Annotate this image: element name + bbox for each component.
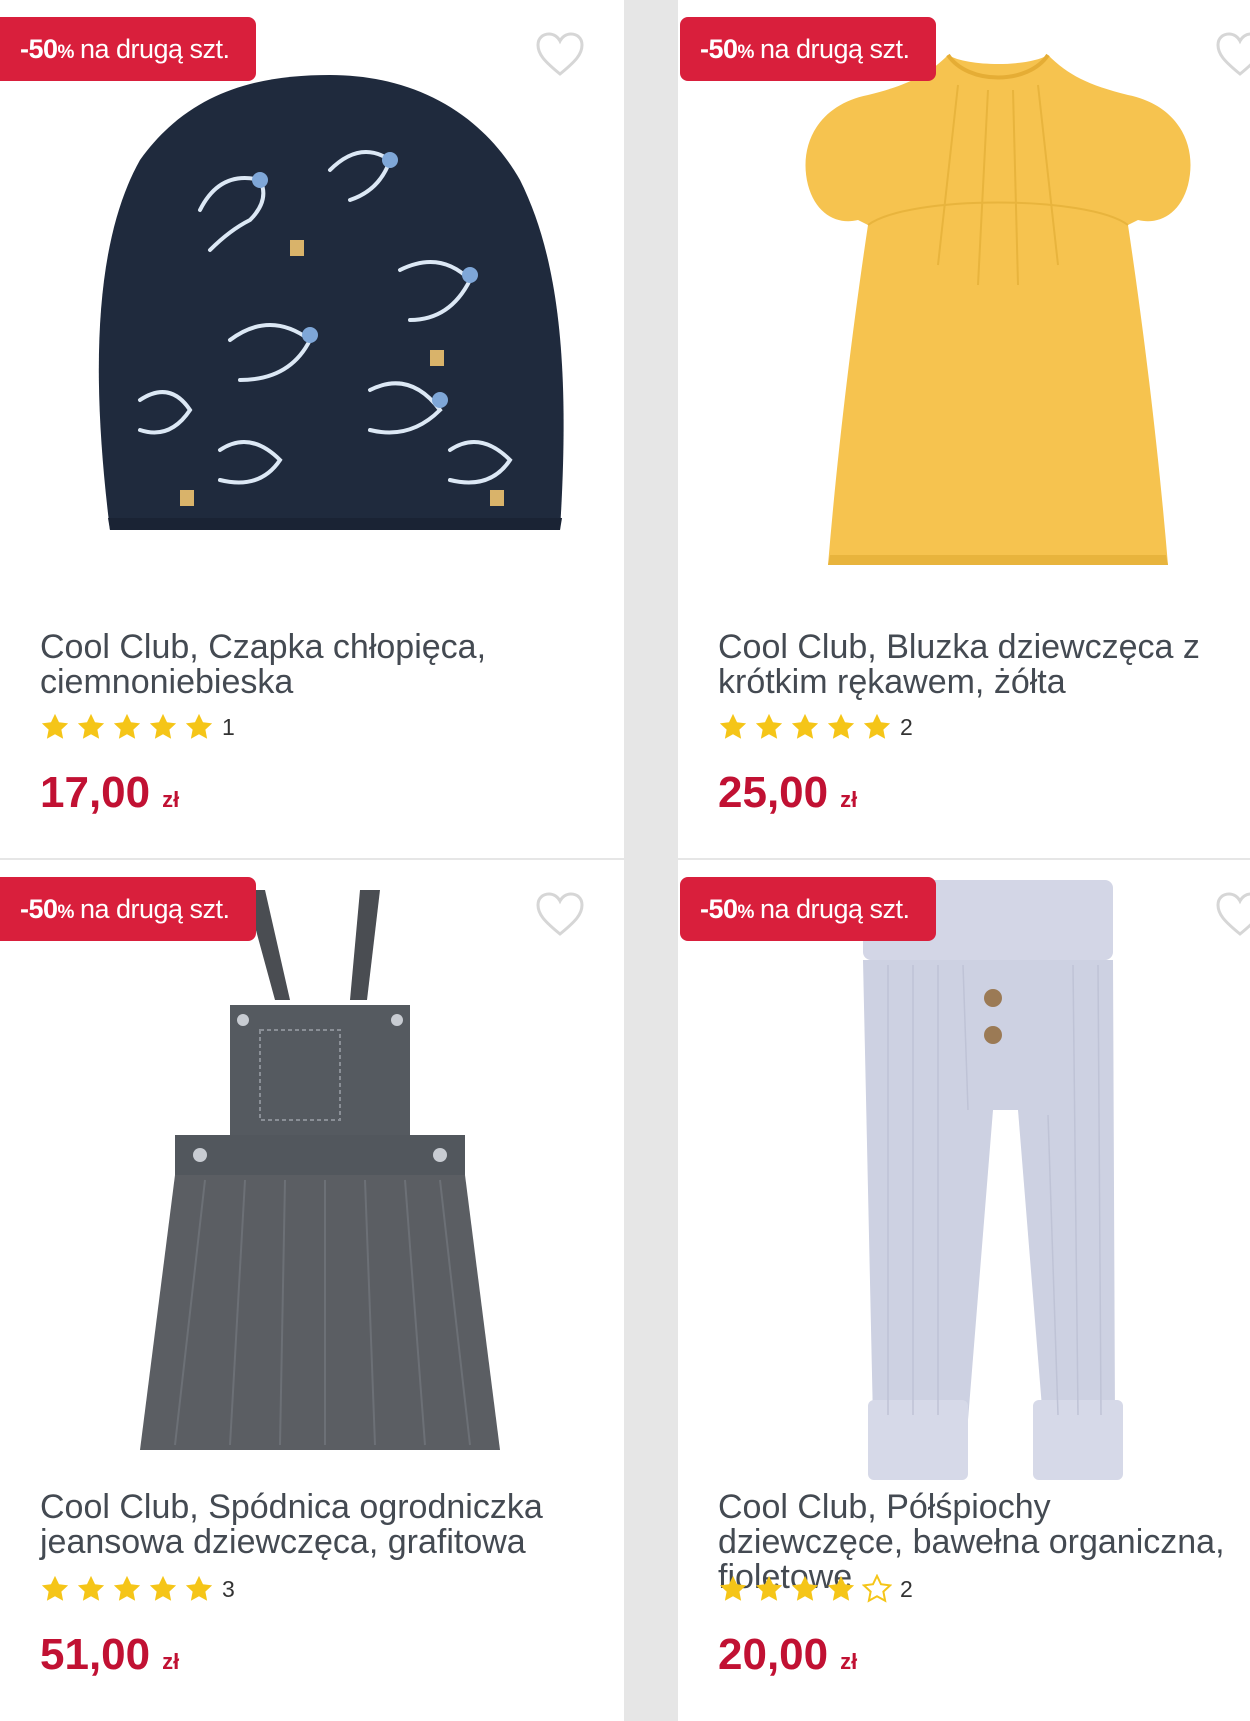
wishlist-heart-icon[interactable] [534,30,586,78]
promo-percent: -50 [700,893,738,924]
rating: 2 [718,712,913,742]
star-filled-icon [827,713,855,739]
price-value: 51,00 [40,1630,151,1679]
promo-text: na drugą szt. [759,33,910,64]
wishlist-heart-icon[interactable] [1214,30,1250,78]
rating-count: 2 [900,1575,913,1602]
star-empty-icon [862,1574,892,1603]
star-filled-icon [149,713,177,739]
product-title[interactable]: Cool Club, Czapka chłopięca, ciemnoniebi… [40,630,580,700]
promo-percent: -50 [20,893,58,924]
star-filled-icon [149,1575,177,1601]
star-filled-icon [113,1575,141,1601]
overall-skirt-image[interactable] [135,880,505,1460]
rating: 1 [40,712,235,742]
rating-count: 3 [222,1575,235,1602]
rating-count: 1 [222,713,235,740]
rating: 3 [40,1574,235,1604]
price-value: 20,00 [718,1630,829,1679]
star-filled-icon [185,713,213,739]
promo-percent-sign: % [737,41,755,63]
star-filled-icon [791,713,819,739]
product-title[interactable]: Cool Club, Bluzka dziewczęca z krótkim r… [718,630,1238,700]
rating: 2 [718,1574,913,1604]
product-grid: -50% na drugą szt. Cool Club, Czapka chł… [0,0,1250,1721]
product-title[interactable]: Cool Club, Spódnica ogrodniczka jeansowa… [40,1490,580,1560]
promo-text: na drugą szt. [79,893,230,924]
promo-percent: -50 [700,33,738,64]
product-card[interactable]: -50% na drugą szt. Cool Club, Bluzka dzi… [678,0,1250,858]
star-filled-icon [863,713,891,739]
rating-count: 2 [900,713,913,740]
price-value: 25,00 [718,768,829,817]
yellow-blouse-image[interactable] [798,45,1198,575]
promo-badge: -50% na drugą szt. [0,17,256,81]
star-filled-icon [77,713,105,739]
product-card[interactable]: -50% na drugą szt. Cool Club, Półśpiochy… [678,860,1250,1721]
promo-badge: -50% na drugą szt. [0,877,256,941]
star-filled-icon [827,1575,855,1601]
product-price: 17,00 zł [40,768,179,818]
promo-badge: -50% na drugą szt. [680,17,936,81]
price-currency: zł [840,787,858,812]
star-filled-icon [41,1575,69,1601]
product-card[interactable]: -50% na drugą szt. Cool Club, Spódnica o… [0,860,624,1721]
beanie-hat-image[interactable] [70,70,570,540]
star-filled-icon [755,1575,783,1601]
star-filled-icon [77,1575,105,1601]
promo-badge: -50% na drugą szt. [680,877,936,941]
wishlist-heart-icon[interactable] [534,890,586,938]
promo-text: na drugą szt. [759,893,910,924]
star-filled-icon [113,713,141,739]
star-filled-icon [755,713,783,739]
product-card[interactable]: -50% na drugą szt. Cool Club, Czapka chł… [0,0,624,858]
promo-percent-sign: % [57,901,75,923]
price-currency: zł [162,787,180,812]
star-filled-icon [719,713,747,739]
promo-percent-sign: % [737,901,755,923]
price-value: 17,00 [40,768,151,817]
promo-percent: -50 [20,33,58,64]
price-currency: zł [162,1649,180,1674]
star-filled-icon [791,1575,819,1601]
product-price: 25,00 zł [718,768,857,818]
product-price: 51,00 zł [40,1630,179,1680]
star-filled-icon [185,1575,213,1601]
wishlist-heart-icon[interactable] [1214,890,1250,938]
lilac-leggings-image[interactable] [853,880,1133,1480]
promo-percent-sign: % [57,41,75,63]
price-currency: zł [840,1649,858,1674]
promo-text: na drugą szt. [79,33,230,64]
star-filled-icon [719,1575,747,1601]
product-price: 20,00 zł [718,1630,857,1680]
star-filled-icon [41,713,69,739]
